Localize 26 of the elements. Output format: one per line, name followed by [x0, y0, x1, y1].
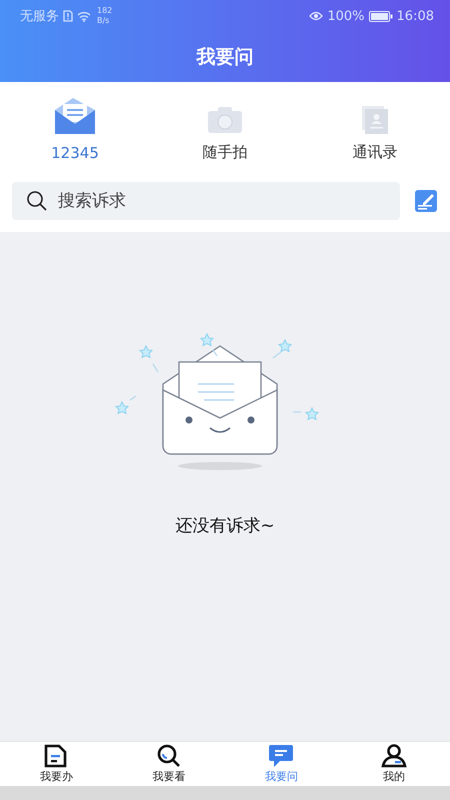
- speed-value: 182: [97, 6, 112, 16]
- edit-icon[interactable]: [414, 189, 438, 213]
- wifi-icon: [77, 10, 91, 22]
- battery-percent: 100%: [327, 8, 365, 24]
- sim-icon: [63, 10, 73, 22]
- chat-bubble-icon: [268, 744, 294, 768]
- page-title: 我要问: [195, 45, 254, 70]
- carrier-text: 无服务: [20, 8, 59, 25]
- search-field[interactable]: 搜索诉求: [12, 182, 400, 220]
- camera-icon: [207, 105, 243, 135]
- shortcut-link[interactable]: 通讯录: [352, 143, 398, 162]
- tab-item[interactable]: 我的: [338, 742, 450, 786]
- document-icon: [43, 744, 70, 768]
- speed-unit: B/s: [97, 16, 110, 26]
- tab-item[interactable]: 我要问: [225, 742, 338, 786]
- tab-item[interactable]: 我要办: [0, 742, 112, 786]
- clock-time: 16:08: [396, 8, 434, 24]
- eye-icon: [309, 11, 324, 21]
- battery-icon: [368, 10, 393, 22]
- contact-card-icon: [360, 105, 390, 135]
- empty-message: 还没有诉求~: [175, 515, 275, 537]
- person-icon: [380, 744, 407, 768]
- shortcut-link[interactable]: 12345: [51, 144, 99, 162]
- shortcut-link[interactable]: 随手拍: [202, 143, 248, 162]
- search-icon: [156, 744, 182, 768]
- tab-item[interactable]: 我要看: [112, 742, 225, 786]
